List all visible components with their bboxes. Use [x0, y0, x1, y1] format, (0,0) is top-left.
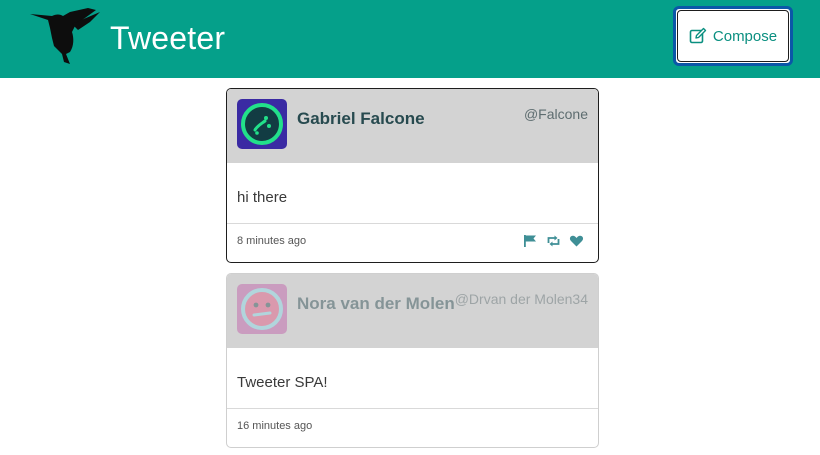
tweet-text: hi there — [237, 189, 288, 206]
hummingbird-icon — [30, 6, 102, 66]
tweet-header: Nora van der Molen @Drvan der Molen34 — [227, 274, 598, 348]
tweet-card: Nora van der Molen @Drvan der Molen34 Tw… — [226, 273, 599, 448]
author-name: Nora van der Molen — [297, 294, 455, 313]
tweet-text: Tweeter SPA! — [237, 374, 328, 391]
tweet-footer: 8 minutes ago — [227, 224, 598, 262]
compose-button-label: Compose — [712, 27, 778, 45]
tweet-timestamp: 16 minutes ago — [237, 420, 313, 432]
tweet-card: Gabriel Falcone @Falcone hi there 8 minu… — [226, 88, 599, 263]
heart-icon[interactable] — [569, 234, 584, 248]
avatar-icon — [237, 99, 287, 149]
avatar-icon — [237, 284, 287, 334]
edit-icon — [689, 27, 707, 45]
retweet-icon[interactable] — [546, 234, 561, 248]
author-handle: @Drvan der Molen34 — [454, 291, 588, 307]
top-navbar: Tweeter Compose — [0, 0, 820, 78]
author-name: Gabriel Falcone — [297, 109, 425, 128]
author-handle: @Falcone — [523, 106, 588, 122]
tweet-body: Tweeter SPA! — [227, 348, 598, 409]
tweet-actions — [523, 234, 584, 248]
tweet-body: hi there — [227, 163, 598, 224]
tweet-header: Gabriel Falcone @Falcone — [227, 89, 598, 163]
compose-button[interactable]: Compose — [673, 6, 793, 66]
tweet-timestamp: 8 minutes ago — [237, 235, 307, 247]
flag-icon[interactable] — [523, 234, 538, 248]
app-title: Tweeter — [110, 20, 226, 56]
tweet-footer: 16 minutes ago — [227, 409, 598, 447]
